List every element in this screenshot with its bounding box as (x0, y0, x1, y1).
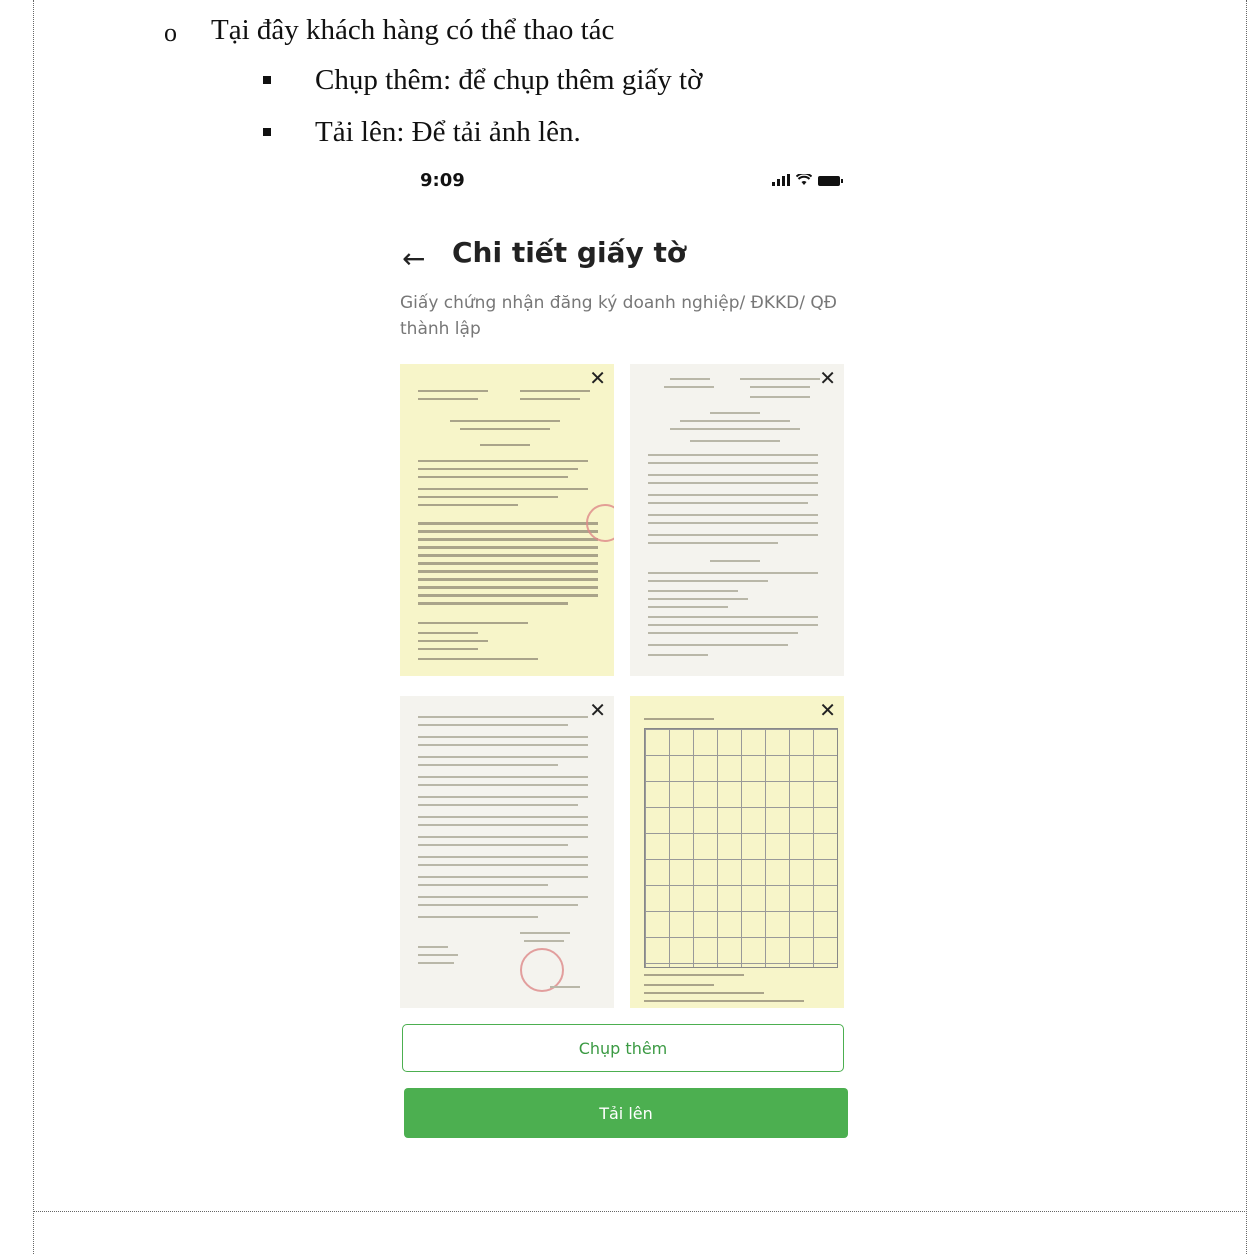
capture-more-button[interactable]: Chụp thêm (402, 1024, 844, 1072)
battery-icon (818, 176, 843, 186)
stamp-mark (586, 504, 614, 542)
upload-button[interactable]: Tải lên (404, 1088, 848, 1138)
status-icons (772, 174, 843, 186)
bullet-square (263, 76, 271, 84)
arrow-left-icon[interactable]: ← (402, 242, 425, 275)
document-type-label: Giấy chứng nhận đăng ký doanh nghiệp/ ĐK… (400, 293, 837, 339)
signal-icon (772, 174, 790, 186)
close-icon[interactable]: ✕ (819, 698, 836, 722)
frame-left-border (33, 0, 34, 1254)
bullet-square (263, 128, 271, 136)
phone-screenshot: 9:09 ← Chi tiết giấy tờ Giấy chứng nhận … (388, 160, 860, 1160)
close-icon[interactable]: ✕ (589, 366, 606, 390)
document-thumbnail[interactable]: ✕ (630, 364, 844, 676)
table-image (644, 728, 838, 968)
frame-bottom-border (33, 1211, 1247, 1212)
doc-bullet-upload: Tải lên: Để tải ảnh lên. (315, 116, 581, 148)
close-icon[interactable]: ✕ (589, 698, 606, 722)
close-icon[interactable]: ✕ (819, 366, 836, 390)
page-title: Chi tiết giấy tờ (452, 236, 687, 269)
doc-bullet-capture: Chụp thêm: để chụp thêm giấy tờ (315, 64, 703, 96)
doc-line: Tại đây khách hàng có thể thao tác (211, 14, 615, 46)
document-thumbnail[interactable]: ✕ (400, 696, 614, 1008)
status-time: 9:09 (420, 170, 465, 191)
frame-right-border (1246, 0, 1247, 1254)
document-thumbnail[interactable]: ✕ (400, 364, 614, 676)
document-thumbnail[interactable]: ✕ (630, 696, 844, 1008)
bullet-circle: o (164, 18, 177, 47)
wifi-icon (796, 174, 812, 185)
